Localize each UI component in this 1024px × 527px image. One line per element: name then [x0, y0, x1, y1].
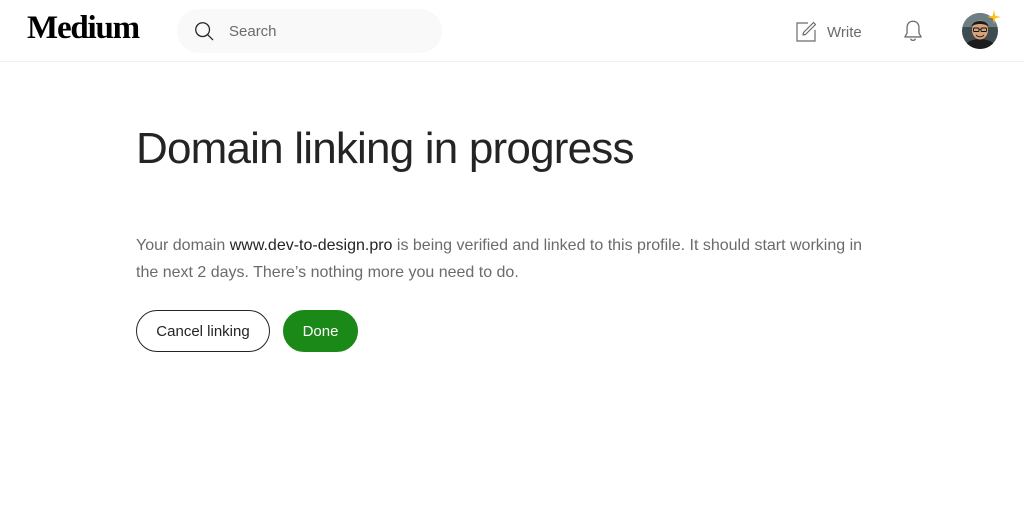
write-button[interactable]: Write [794, 18, 862, 46]
page-title: Domain linking in progress [136, 124, 634, 173]
description-text: Your domain www.dev-to-design.pro is bei… [136, 232, 876, 286]
search-box[interactable] [177, 9, 442, 53]
done-button[interactable]: Done [283, 310, 358, 352]
write-label: Write [827, 23, 862, 41]
medium-logo[interactable]: Medium [27, 10, 140, 47]
description-before: Your domain [136, 237, 230, 254]
domain-name: www.dev-to-design.pro [229, 237, 393, 254]
cancel-linking-button[interactable]: Cancel linking [136, 310, 270, 352]
search-input[interactable] [229, 21, 429, 41]
sparkle-icon [987, 10, 1001, 24]
search-icon [195, 22, 214, 41]
bell-icon[interactable] [900, 18, 926, 44]
top-navigation-bar: Medium Write [0, 0, 1024, 62]
write-icon [796, 21, 817, 42]
